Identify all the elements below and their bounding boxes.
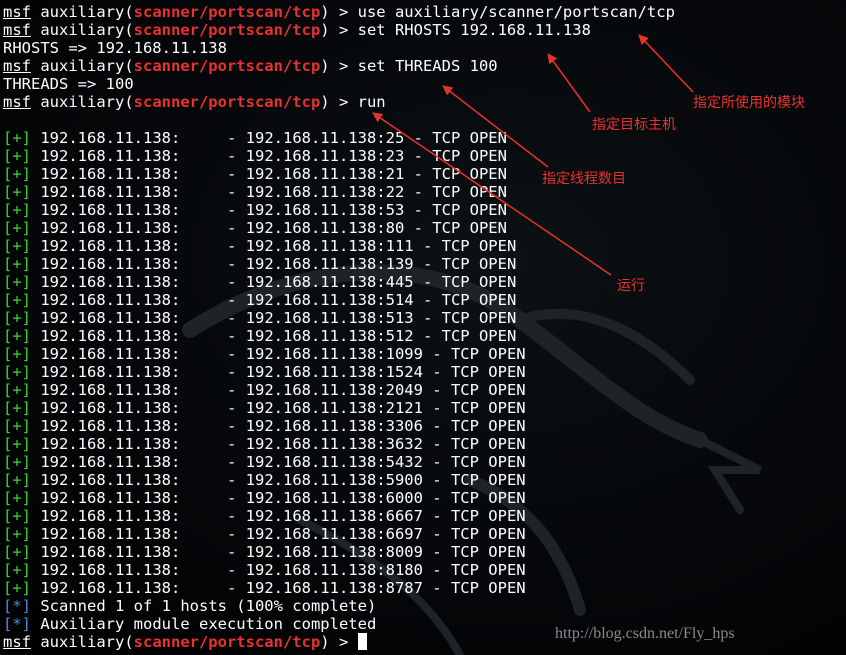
annotation-run: 运行: [617, 278, 645, 294]
annotation-threads: 指定线程数目: [542, 171, 626, 187]
arrow-target: [547, 53, 591, 113]
arrow-threads: [442, 85, 549, 168]
arrow-run: [372, 112, 612, 276]
annotation-module: 指定所使用的模块: [693, 95, 805, 111]
watermark: http://blog.csdn.net/Fly_hps: [555, 625, 735, 642]
arrow-module: [638, 34, 694, 93]
annotation-target: 指定目标主机: [592, 117, 676, 133]
